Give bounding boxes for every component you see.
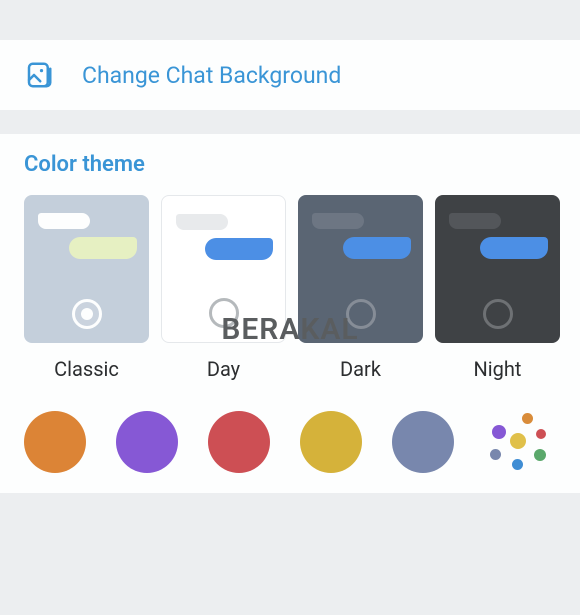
theme-preview-day[interactable]	[161, 195, 286, 343]
theme-label: Day	[207, 357, 240, 381]
palette-dot-icon	[536, 429, 546, 439]
color-theme-section: Color theme Classic Day Dark Night	[0, 134, 580, 493]
radio-indicator[interactable]	[209, 298, 239, 328]
theme-option-day[interactable]: Day	[161, 195, 286, 381]
theme-label: Night	[474, 357, 522, 381]
change-background-label: Change Chat Background	[82, 62, 341, 89]
palette-dot-icon	[510, 433, 526, 449]
palette-dot-icon	[534, 449, 546, 461]
theme-preview-classic[interactable]	[24, 195, 149, 343]
radio-indicator[interactable]	[483, 299, 513, 329]
chat-bubble-outgoing	[69, 237, 137, 259]
change-background-row[interactable]: Change Chat Background	[0, 40, 580, 110]
color-swatch-purple[interactable]	[116, 411, 178, 473]
radio-indicator[interactable]	[72, 299, 102, 329]
more-colors-button[interactable]	[484, 411, 546, 473]
chat-bubble-incoming	[38, 213, 90, 229]
chat-bubble-incoming	[176, 214, 228, 230]
chat-bubble-outgoing	[480, 237, 548, 259]
chat-bubble-outgoing	[343, 237, 411, 259]
chat-bubble-incoming	[312, 213, 364, 229]
color-swatch-slate-blue[interactable]	[392, 411, 454, 473]
palette-dot-icon	[522, 413, 533, 424]
chat-bubble-outgoing	[205, 238, 273, 260]
color-swatch-orange[interactable]	[24, 411, 86, 473]
palette-dot-icon	[490, 449, 501, 460]
color-swatch-red[interactable]	[208, 411, 270, 473]
theme-label: Classic	[54, 357, 119, 381]
theme-label: Dark	[340, 357, 381, 381]
palette-dot-icon	[492, 425, 506, 439]
chat-bubble-incoming	[449, 213, 501, 229]
section-title: Color theme	[24, 152, 580, 177]
color-swatch-yellow[interactable]	[300, 411, 362, 473]
theme-option-dark[interactable]: Dark	[298, 195, 423, 381]
theme-preview-dark[interactable]	[298, 195, 423, 343]
theme-option-night[interactable]: Night	[435, 195, 560, 381]
radio-indicator[interactable]	[346, 299, 376, 329]
theme-preview-night[interactable]	[435, 195, 560, 343]
palette-dot-icon	[512, 459, 523, 470]
image-icon	[24, 60, 54, 90]
theme-option-classic[interactable]: Classic	[24, 195, 149, 381]
theme-options-row: Classic Day Dark Night	[24, 195, 580, 381]
accent-color-row	[24, 395, 580, 473]
